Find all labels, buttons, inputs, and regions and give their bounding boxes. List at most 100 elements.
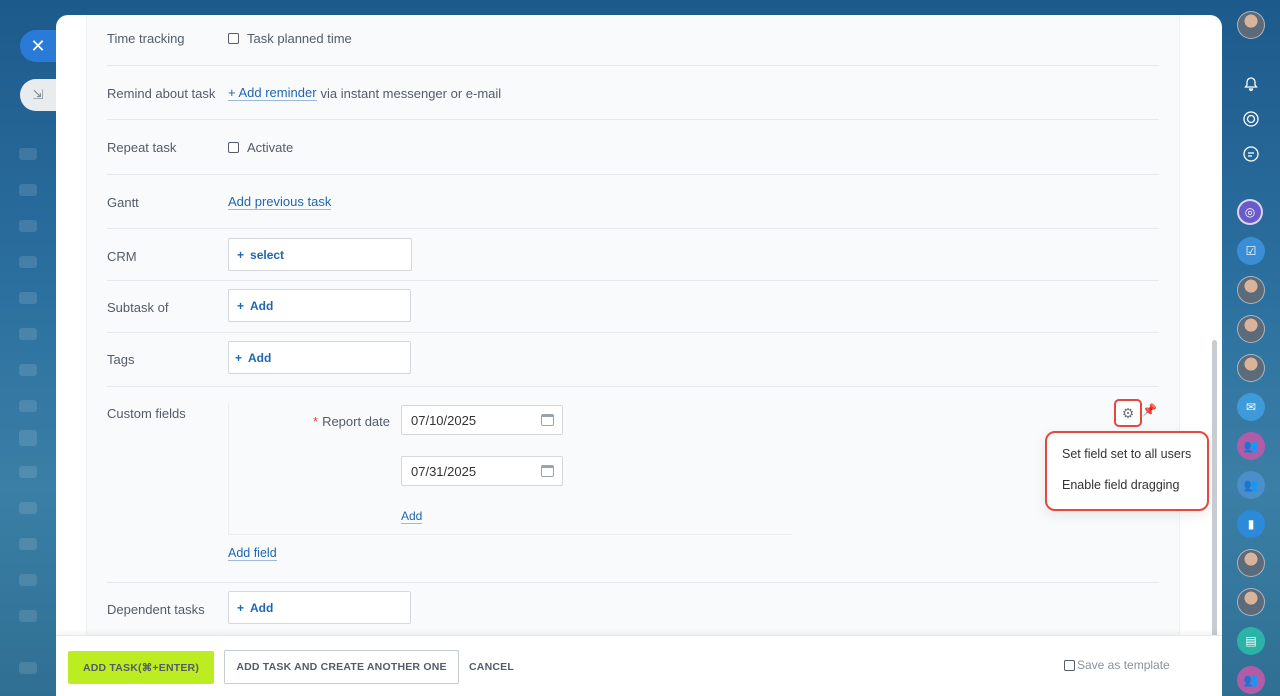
- pulse-icon[interactable]: [1237, 105, 1265, 133]
- group-chat-icon[interactable]: 👥: [1237, 471, 1265, 499]
- report-date-input-1[interactable]: 07/10/2025: [401, 405, 563, 435]
- planned-time-checkbox[interactable]: [228, 33, 239, 44]
- pin-icon[interactable]: 📌: [1142, 403, 1157, 417]
- sidebar-ghost-icon: [19, 610, 37, 622]
- custom-fields-box: * Report date 07/10/2025 07/31/2025 Add: [228, 403, 792, 535]
- sidebar-ghost-icon: [19, 220, 37, 232]
- add-field-link[interactable]: Add field: [228, 546, 277, 561]
- row-gantt: Gantt Add previous task: [107, 175, 1159, 229]
- contact-avatar[interactable]: [1237, 354, 1265, 382]
- sidebar-ghost-icon: [19, 400, 37, 412]
- gear-icon: ⚙: [1121, 404, 1135, 421]
- bookmark-icon[interactable]: ▮: [1237, 510, 1265, 538]
- activate-checkbox[interactable]: [228, 142, 239, 153]
- row-tags: Tags + Add: [107, 333, 1159, 387]
- subtask-add-text: Add: [250, 298, 274, 313]
- dependent-label: Dependent tasks: [107, 602, 205, 617]
- crm-select-button[interactable]: + select: [228, 238, 412, 271]
- row-dependent: Dependent tasks + Add: [107, 583, 1159, 643]
- sidebar-ghost-icon: [19, 466, 37, 478]
- group-chat-icon[interactable]: 👥: [1237, 666, 1265, 694]
- notifications-bell-icon[interactable]: [1237, 70, 1265, 98]
- contact-avatar[interactable]: [1237, 276, 1265, 304]
- planned-time-option[interactable]: Task planned time: [228, 31, 352, 46]
- subtask-add-button[interactable]: + Add: [228, 289, 411, 322]
- sidebar-ghost-icon: [19, 292, 37, 304]
- planned-time-text: Task planned time: [247, 31, 352, 46]
- close-icon: ✕: [30, 35, 46, 56]
- subtask-label: Subtask of: [107, 300, 169, 315]
- contact-avatar[interactable]: [1237, 588, 1265, 616]
- row-custom-fields: Custom fields * Report date 07/10/2025 07…: [107, 387, 1159, 583]
- tags-add-button[interactable]: + Add: [228, 341, 411, 374]
- row-subtask: Subtask of + Add: [107, 281, 1159, 333]
- sidebar-ghost-icon: [19, 148, 37, 160]
- chat-icon[interactable]: ▤: [1237, 627, 1265, 655]
- save-template-text: Save as template: [1077, 658, 1170, 672]
- sidebar-ghost-icon: [19, 364, 37, 376]
- group-chat-icon[interactable]: 👥: [1237, 432, 1265, 460]
- report-date-value-2: 07/31/2025: [411, 463, 477, 479]
- row-remind: Remind about task + Add reminder via ins…: [107, 66, 1159, 120]
- add-task-button[interactable]: ADD TASK(⌘+ENTER): [68, 651, 214, 684]
- tags-label: Tags: [107, 352, 135, 367]
- collapse-icon: ⇲: [32, 87, 44, 102]
- calendar-icon[interactable]: [541, 465, 554, 477]
- custom-fields-label: Custom fields: [107, 406, 186, 421]
- report-date-text: Report date: [322, 414, 390, 429]
- save-as-template-option[interactable]: Save as template: [1064, 658, 1170, 672]
- menu-item-enable-dragging[interactable]: Enable field dragging: [1062, 478, 1179, 492]
- row-repeat: Repeat task Activate: [107, 120, 1159, 175]
- add-date-link[interactable]: Add: [401, 509, 423, 524]
- add-and-create-another-button[interactable]: ADD TASK AND CREATE ANOTHER ONE: [224, 650, 459, 684]
- row-time-tracking: Time tracking Task planned time: [107, 15, 1159, 66]
- tasks-icon[interactable]: ☑: [1237, 237, 1265, 265]
- sidebar-ghost-icon: [19, 184, 37, 196]
- report-date-input-2[interactable]: 07/31/2025: [401, 456, 563, 486]
- required-marker: *: [313, 414, 319, 429]
- field-settings-button[interactable]: ⚙: [1114, 399, 1142, 427]
- form-footer: ADD TASK(⌘+ENTER) ADD TASK AND CREATE AN…: [56, 635, 1222, 696]
- dependent-add-button[interactable]: + Add: [228, 591, 411, 624]
- crm-label: CRM: [107, 249, 137, 264]
- dependent-add-text: Add: [250, 600, 274, 615]
- remind-label: Remind about task: [107, 86, 216, 101]
- tags-add-text: Add: [248, 350, 272, 365]
- calendar-icon[interactable]: [541, 414, 554, 426]
- search-chat-icon[interactable]: [1237, 140, 1265, 168]
- contact-avatar[interactable]: [1237, 315, 1265, 343]
- cancel-button[interactable]: CANCEL: [469, 658, 514, 676]
- remind-suffix: via instant messenger or e-mail: [320, 86, 502, 101]
- sidebar-ghost-icon: [19, 538, 37, 550]
- plus-icon: +: [237, 600, 245, 615]
- sidebar-ghost-icon: [19, 662, 37, 674]
- activate-text: Activate: [247, 140, 294, 155]
- form-area: Time tracking Task planned time Remind a…: [86, 15, 1180, 635]
- plus-icon: +: [235, 350, 243, 365]
- field-settings-menu: Set field set to all users Enable field …: [1045, 431, 1209, 511]
- add-reminder-link[interactable]: + Add reminder: [228, 86, 317, 101]
- sidebar-ghost-icon: [19, 256, 37, 268]
- sidebar-ghost-icon: [19, 502, 37, 514]
- time-tracking-label: Time tracking: [107, 31, 185, 46]
- crm-select-text: select: [250, 247, 285, 262]
- menu-item-set-field-set[interactable]: Set field set to all users: [1062, 447, 1191, 461]
- collapse-slider-button[interactable]: ⇲: [20, 79, 56, 111]
- scrollbar[interactable]: [1212, 340, 1217, 658]
- contact-avatar[interactable]: [1237, 549, 1265, 577]
- user-avatar[interactable]: [1237, 11, 1265, 39]
- remind-value: + Add reminder via instant messenger or …: [228, 86, 501, 101]
- row-crm: CRM + select: [107, 229, 1159, 281]
- plus-icon: +: [237, 247, 245, 262]
- gantt-value: Add previous task: [228, 195, 332, 210]
- save-template-checkbox[interactable]: [1064, 659, 1075, 671]
- report-date-label: * Report date: [313, 414, 390, 429]
- repeat-option[interactable]: Activate: [228, 140, 293, 155]
- gantt-label: Gantt: [107, 195, 139, 210]
- task-form-panel: Time tracking Task planned time Remind a…: [56, 15, 1222, 696]
- copilot-icon[interactable]: ◎: [1237, 199, 1263, 225]
- mail-icon[interactable]: ✉: [1237, 393, 1265, 421]
- add-previous-task-link[interactable]: Add previous task: [228, 195, 332, 210]
- close-slider-button[interactable]: ✕: [20, 30, 56, 62]
- right-sidebar: ◎ ☑ ✉ 👥 👥 ▮ ▤ 👥: [1222, 0, 1280, 696]
